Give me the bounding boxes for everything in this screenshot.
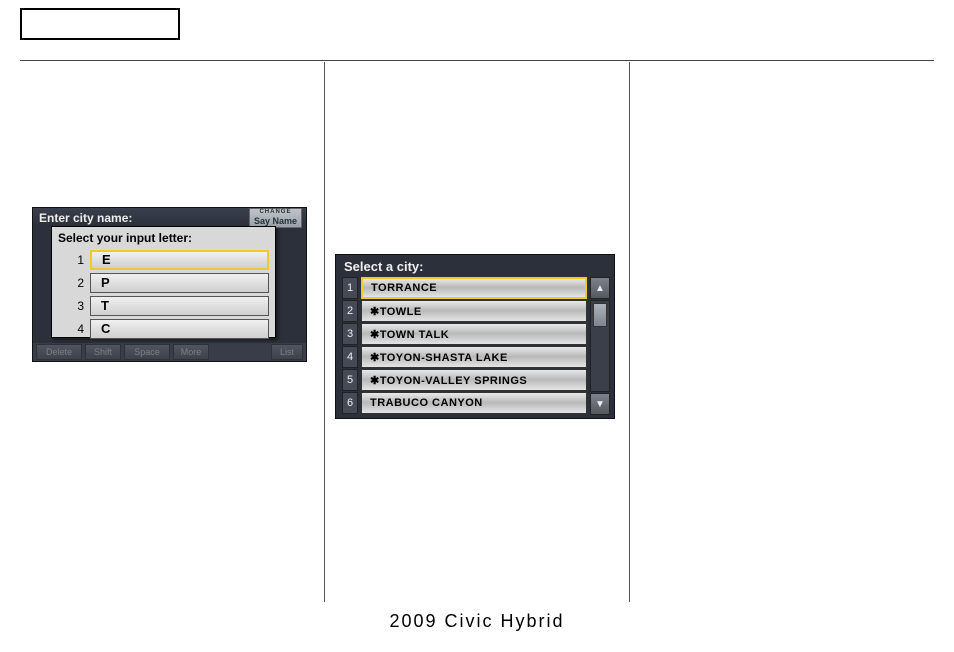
input-letter-num: 3: [58, 299, 90, 313]
input-letter-row[interactable]: 1 E: [58, 249, 269, 270]
city-row[interactable]: 6 TRABUCO CANYON: [342, 392, 587, 414]
ss1-titlebar: Enter city name: CHANGE Say Name: [33, 208, 306, 226]
city-num: 3: [342, 323, 358, 345]
input-letter-cell[interactable]: E: [90, 250, 269, 270]
space-button[interactable]: Space: [124, 344, 170, 360]
city-cell[interactable]: ✱TOWN TALK: [361, 323, 587, 345]
city-row[interactable]: 2 ✱TOWLE: [342, 300, 587, 322]
input-letter-cell[interactable]: T: [90, 296, 269, 316]
footer-label: 2009 Civic Hybrid: [0, 611, 954, 632]
scroll-up-icon[interactable]: ▲: [590, 277, 610, 299]
horizontal-rule: [20, 60, 934, 61]
city-row[interactable]: 5 ✱TOYON-VALLEY SPRINGS: [342, 369, 587, 391]
scrollbar[interactable]: ▲ ▼: [590, 277, 610, 415]
input-letter-row[interactable]: 2 P: [58, 272, 269, 293]
list-button[interactable]: List: [271, 344, 303, 360]
input-letter-popup: Select your input letter: 1 E 2 P 3 T 4 …: [51, 226, 276, 338]
delete-button[interactable]: Delete: [36, 344, 82, 360]
scroll-down-icon[interactable]: ▼: [590, 393, 610, 415]
scroll-thumb[interactable]: [593, 303, 607, 327]
columns: Enter city name: CHANGE Say Name Select …: [20, 62, 934, 602]
city-num: 2: [342, 300, 358, 322]
city-row[interactable]: 1 TORRANCE: [342, 277, 587, 299]
more-button[interactable]: More: [173, 344, 209, 360]
nav-screenshot-input-letter: Enter city name: CHANGE Say Name Select …: [32, 207, 307, 362]
ss2-body: 1 TORRANCE 2 ✱TOWLE 3 ✱TOWN TALK 4 ✱TOYO…: [342, 277, 610, 415]
city-cell[interactable]: TORRANCE: [361, 277, 587, 299]
column-3: [629, 62, 934, 602]
input-letter-cell[interactable]: P: [90, 273, 269, 293]
city-cell[interactable]: TRABUCO CANYON: [361, 392, 587, 414]
scroll-track[interactable]: [590, 300, 610, 392]
ss1-title: Enter city name:: [39, 211, 132, 225]
top-box: [20, 8, 180, 40]
input-letter-row[interactable]: 3 T: [58, 295, 269, 316]
column-2: Select a city: 1 TORRANCE 2 ✱TOWLE 3 ✱TO…: [324, 62, 629, 602]
city-row[interactable]: 3 ✱TOWN TALK: [342, 323, 587, 345]
ss1-bottombar: Delete Shift Space More List: [33, 343, 306, 361]
nav-screenshot-select-city: Select a city: 1 TORRANCE 2 ✱TOWLE 3 ✱TO…: [335, 254, 615, 419]
city-cell[interactable]: ✱TOYON-VALLEY SPRINGS: [361, 369, 587, 391]
input-letter-num: 1: [58, 253, 90, 267]
input-letter-num: 4: [58, 322, 90, 336]
city-num: 6: [342, 392, 358, 414]
input-letter-row[interactable]: 4 C: [58, 318, 269, 339]
shift-button[interactable]: Shift: [85, 344, 121, 360]
say-name-button[interactable]: CHANGE Say Name: [249, 208, 302, 228]
input-letter-popup-title: Select your input letter:: [58, 231, 269, 245]
city-row[interactable]: 4 ✱TOYON-SHASTA LAKE: [342, 346, 587, 368]
city-num: 5: [342, 369, 358, 391]
city-num: 4: [342, 346, 358, 368]
city-cell[interactable]: ✱TOYON-SHASTA LAKE: [361, 346, 587, 368]
input-letter-num: 2: [58, 276, 90, 290]
city-cell[interactable]: ✱TOWLE: [361, 300, 587, 322]
ss2-title: Select a city:: [342, 257, 610, 277]
column-1: Enter city name: CHANGE Say Name Select …: [20, 62, 324, 602]
city-num: 1: [342, 277, 358, 299]
city-list: 1 TORRANCE 2 ✱TOWLE 3 ✱TOWN TALK 4 ✱TOYO…: [342, 277, 587, 415]
input-letter-cell[interactable]: C: [90, 319, 269, 339]
